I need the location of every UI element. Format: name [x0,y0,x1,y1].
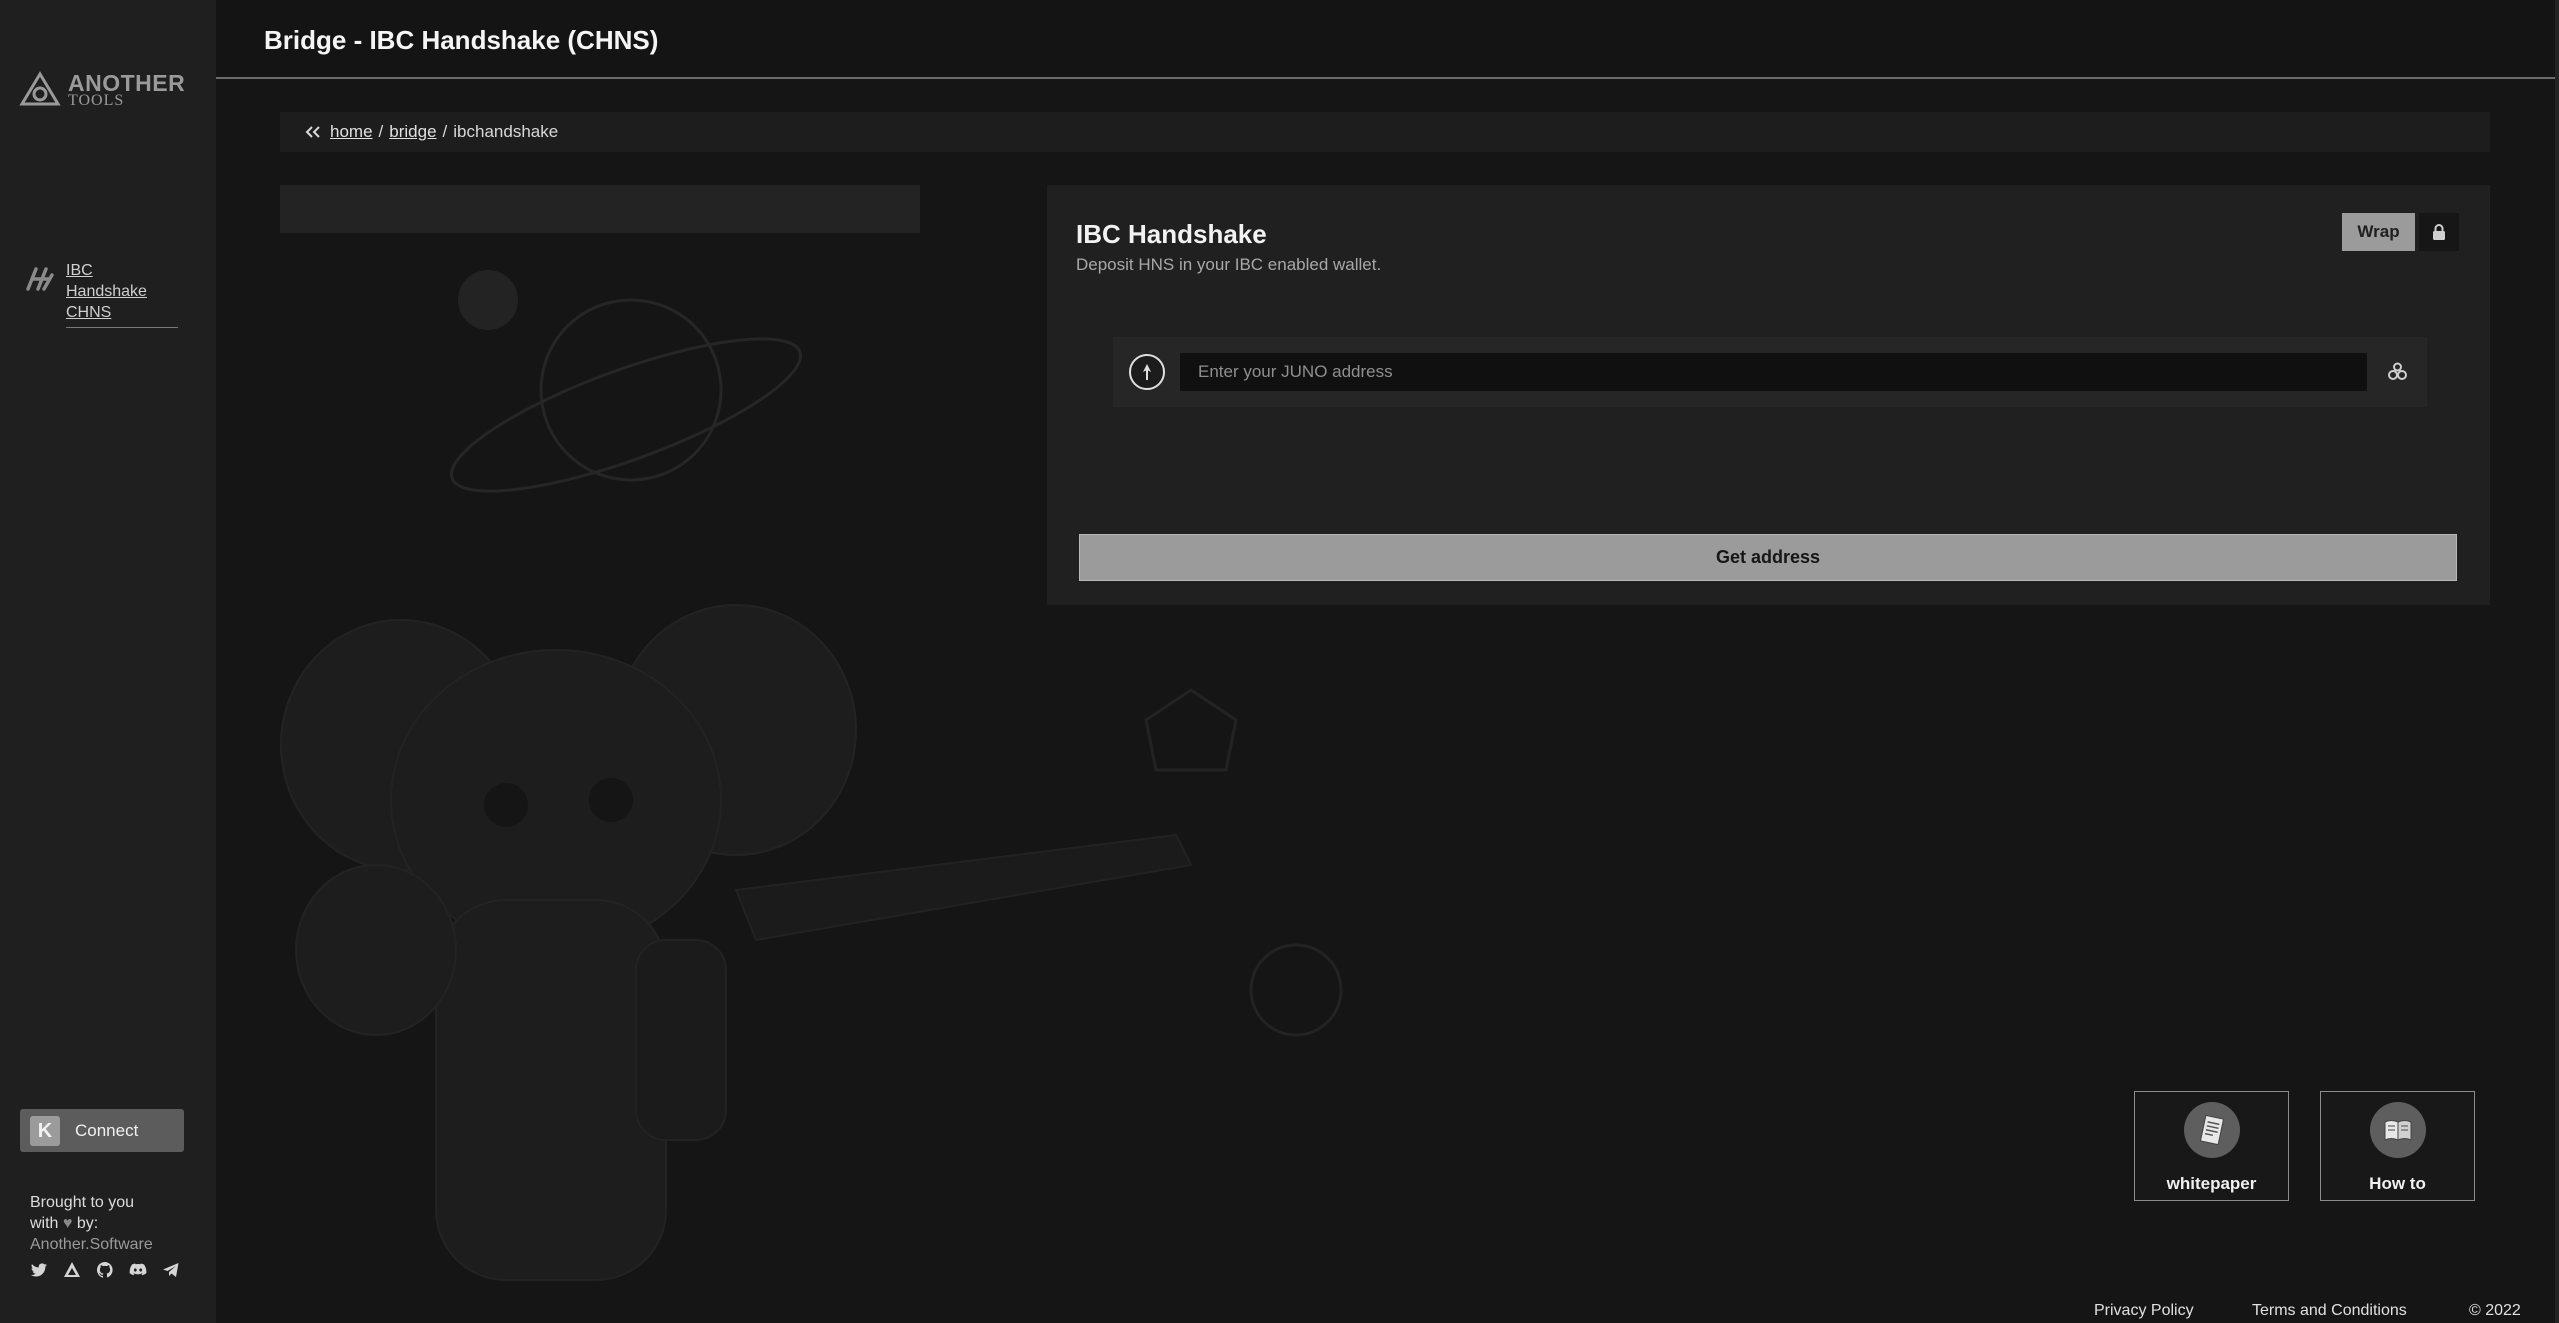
sidebar-item-label: IBC Handshake CHNS [66,260,178,328]
document-icon [2183,1102,2240,1158]
twitter-icon[interactable] [28,1259,50,1281]
another-tools-logo[interactable]: ANOTHER TOOLS [18,70,185,110]
connect-wallet-button[interactable]: K Connect [20,1109,184,1152]
whitepaper-label: whitepaper [2166,1174,2257,1193]
privacy-policy-link[interactable]: Privacy Policy [2094,1302,2194,1320]
credits: Brought to you with ♥ by: Another.Softwa… [30,1192,153,1255]
lock-button[interactable] [2419,213,2459,251]
ibc-handshake-card: IBC Handshake Deposit HNS in your IBC en… [1047,185,2490,605]
juno-address-input[interactable] [1180,353,2367,391]
copyright: © 2022 [2469,1302,2521,1319]
sidebar: ANOTHER TOOLS IBC Handshake CHNS K Conne… [0,0,216,1323]
heart-icon: ♥ [62,1215,73,1232]
whitepaper-tile[interactable]: whitepaper [2134,1091,2289,1201]
how-to-tile[interactable]: How to [2320,1091,2475,1201]
juno-address-row [1113,337,2427,407]
breadcrumb-home-link[interactable]: home [330,122,373,142]
another-software-link[interactable]: Another.Software [30,1234,153,1255]
card-subtitle: Deposit HNS in your IBC enabled wallet. [1076,255,1382,274]
scrollbar-track[interactable] [2555,0,2559,1323]
book-icon [2369,1102,2426,1158]
lock-icon [2433,224,2445,240]
another-logo-icon [19,71,61,106]
card-title: IBC Handshake [1076,219,1267,249]
back-chevron-icon[interactable] [304,125,322,139]
wrap-button[interactable]: Wrap [2342,213,2415,251]
sidebar-item-ibc-handshake[interactable]: IBC Handshake CHNS [22,260,178,328]
social-links [28,1259,182,1281]
breadcrumb-separator: / [378,122,384,141]
how-to-label: How to [2369,1174,2426,1193]
connect-label: Connect [75,1120,139,1140]
left-info-bar [280,185,920,233]
page-title: Bridge - IBC Handshake (CHNS) [264,25,659,55]
breadcrumb: home / bridge / ibchandshake [280,112,2490,152]
github-icon[interactable] [94,1259,116,1281]
credits-with: with [30,1215,59,1232]
breadcrumb-separator: / [442,122,448,141]
app-root: ANOTHER TOOLS IBC Handshake CHNS K Conne… [0,0,2559,1323]
breadcrumb-current: ibchandshake [453,122,559,141]
telegram-icon[interactable] [160,1259,182,1281]
credits-line1: Brought to you [30,1194,135,1211]
juno-logo-icon [1129,354,1165,390]
credits-by: by: [76,1215,99,1232]
handshake-logo-icon [26,267,54,291]
breadcrumb-bridge-link[interactable]: bridge [389,122,436,142]
another-icon[interactable] [61,1259,83,1281]
discord-icon[interactable] [127,1259,149,1281]
top-header: Bridge - IBC Handshake (CHNS) [216,0,2559,79]
get-address-button[interactable]: Get address [1079,534,2457,581]
terms-link[interactable]: Terms and Conditions [2252,1302,2407,1320]
wallet-address-icon[interactable] [2384,360,2410,384]
keplr-icon: K [30,1115,60,1146]
